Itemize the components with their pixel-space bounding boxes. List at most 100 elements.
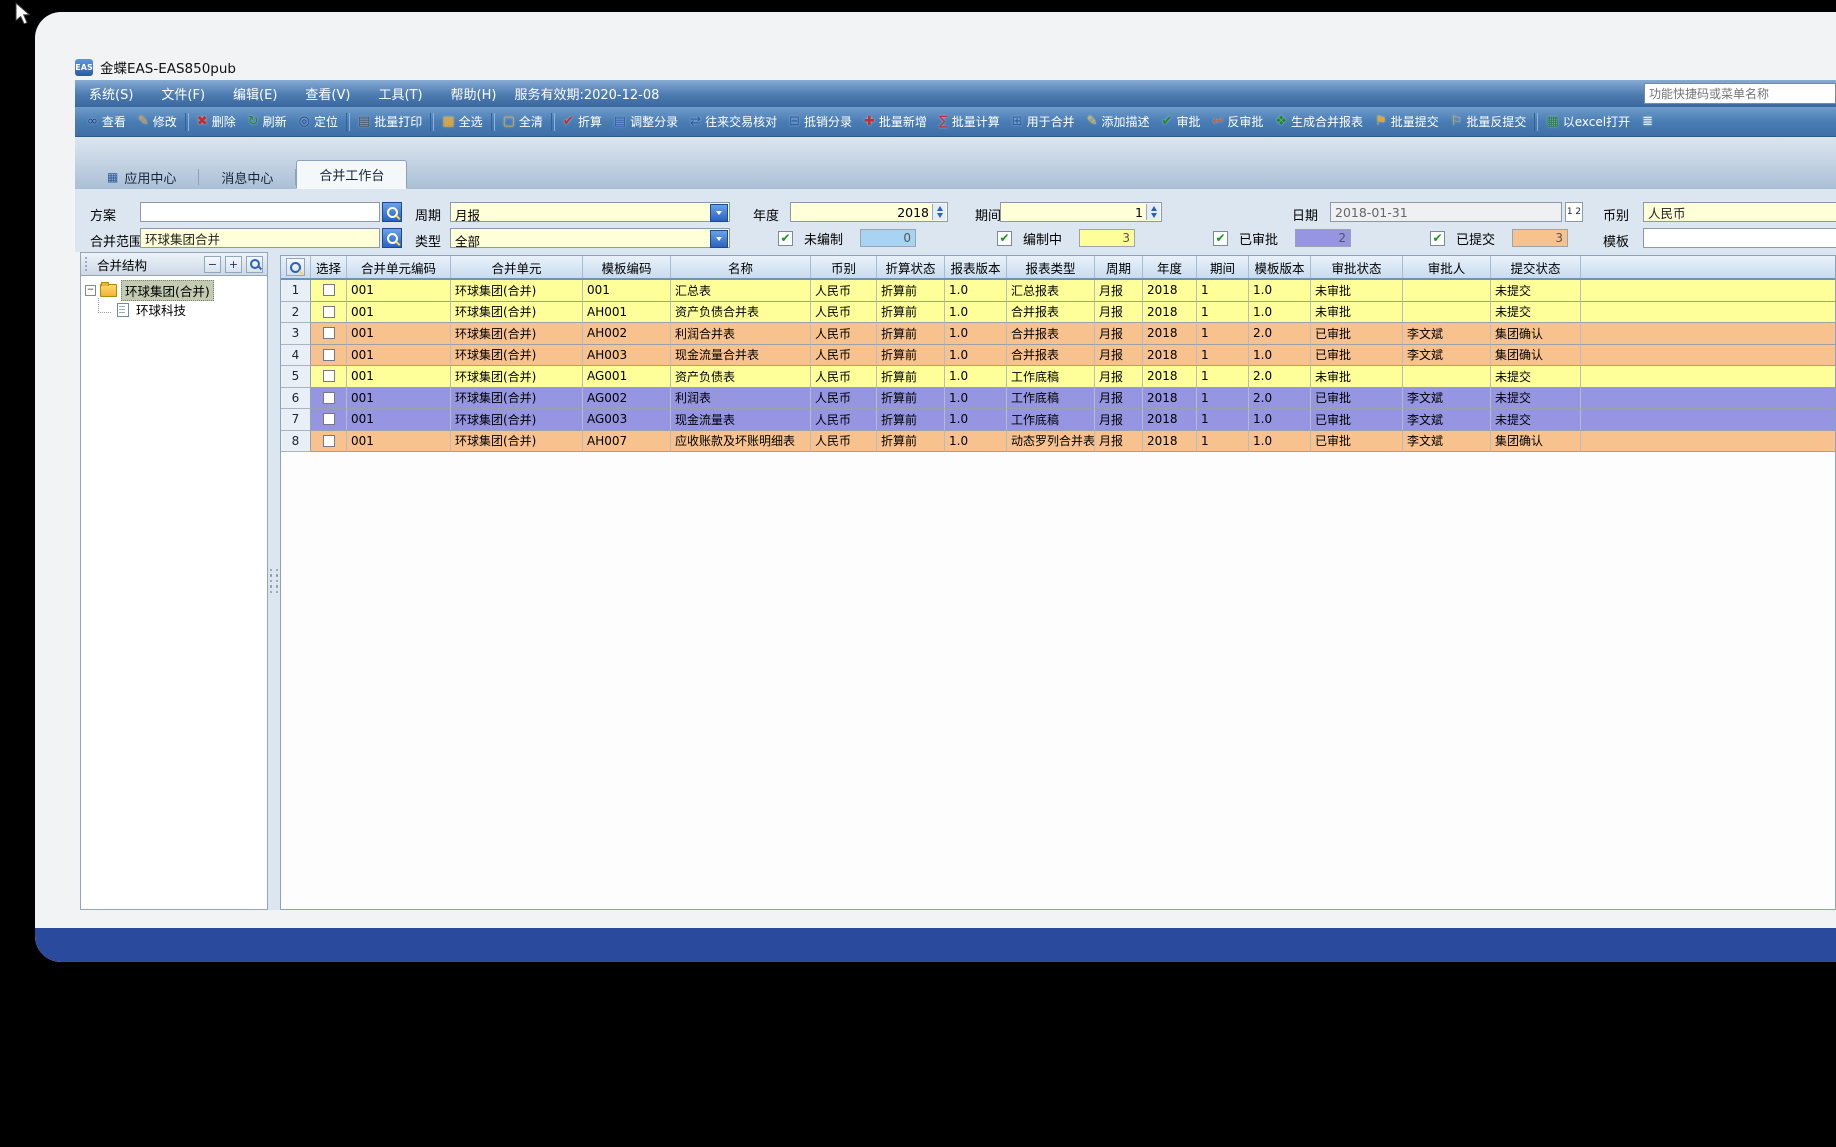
toolbar-button-gen-merge-report[interactable]: ❖生成合并报表 — [1269, 110, 1369, 133]
row-checkbox[interactable] — [323, 413, 335, 425]
spinner-icon[interactable] — [1146, 204, 1160, 220]
table-cell[interactable]: 001 — [347, 388, 451, 410]
toolbar-button-refresh[interactable]: ↻刷新 — [242, 110, 293, 133]
table-cell[interactable]: 折算前 — [877, 366, 945, 388]
table-cell[interactable]: 环球集团(合并) — [451, 366, 583, 388]
table-cell[interactable]: 折算前 — [877, 431, 945, 453]
collapse-icon[interactable]: − — [85, 285, 96, 296]
table-cell[interactable]: AH001 — [583, 302, 671, 324]
table-cell[interactable]: 工作底稿 — [1007, 366, 1095, 388]
table-cell[interactable]: 集团确认 — [1491, 323, 1581, 345]
table-cell[interactable]: 月报 — [1095, 431, 1143, 453]
date-input[interactable] — [1330, 202, 1562, 222]
table-cell[interactable]: 2018 — [1143, 345, 1197, 367]
toolbar-button-more[interactable]: ≣ — [1636, 112, 1659, 131]
menu-item-edit[interactable]: 编辑(E) — [219, 84, 291, 103]
column-header-9[interactable]: 周期 — [1095, 256, 1143, 278]
toolbar-button-offset-entries[interactable]: ⊟抵销分录 — [783, 110, 858, 133]
tree-node-root-label[interactable]: 环球集团(合并) — [121, 280, 214, 301]
row-checkbox[interactable] — [323, 392, 335, 404]
tree-search-button[interactable] — [246, 256, 263, 273]
table-cell[interactable]: 1 — [1197, 431, 1249, 453]
panel-splitter[interactable] — [268, 252, 280, 910]
table-cell[interactable]: 集团确认 — [1491, 431, 1581, 453]
column-header-8[interactable]: 报表类型 — [1007, 256, 1095, 278]
toolbar-button-view[interactable]: ∞查看 — [81, 110, 132, 133]
table-cell[interactable]: 1 — [1197, 345, 1249, 367]
table-cell[interactable]: 环球集团(合并) — [451, 388, 583, 410]
table-cell[interactable]: 1.0 — [1249, 409, 1311, 431]
column-header-3[interactable]: 模板编码 — [583, 256, 671, 278]
menu-item-tools[interactable]: 工具(T) — [364, 84, 436, 103]
table-cell[interactable]: 折算前 — [877, 388, 945, 410]
row-checkbox[interactable] — [323, 284, 335, 296]
row-select-cell[interactable] — [311, 388, 347, 410]
toolbar-button-select-all[interactable]: ▦全选 — [436, 110, 488, 133]
table-cell[interactable]: 月报 — [1095, 409, 1143, 431]
table-cell[interactable]: 2018 — [1143, 388, 1197, 410]
table-cell[interactable]: 1 — [1197, 388, 1249, 410]
table-cell[interactable]: 工作底稿 — [1007, 388, 1095, 410]
table-cell[interactable]: 已审批 — [1311, 409, 1403, 431]
table-cell[interactable]: 利润表 — [671, 388, 811, 410]
type-select[interactable]: 全部 — [450, 228, 730, 248]
table-cell[interactable]: 集团确认 — [1491, 345, 1581, 367]
table-cell[interactable]: 李文斌 — [1403, 345, 1491, 367]
table-cell[interactable]: 未提交 — [1491, 388, 1581, 410]
table-cell[interactable]: 汇总报表 — [1007, 280, 1095, 302]
table-cell[interactable]: 月报 — [1095, 302, 1143, 324]
row-select-cell[interactable] — [311, 366, 347, 388]
table-cell[interactable]: 人民币 — [811, 323, 877, 345]
table-cell[interactable]: 资产负债表 — [671, 366, 811, 388]
table-cell[interactable]: 月报 — [1095, 323, 1143, 345]
status-checkbox-not-prepared[interactable]: ✔ — [778, 231, 793, 246]
status-checkbox-approved[interactable]: ✔ — [1213, 231, 1228, 246]
table-row[interactable]: 8001环球集团(合并)AH007应收账款及坏账明细表人民币折算前1.0动态罗列… — [281, 431, 1835, 453]
toolbar-button-unapprove[interactable]: ↩反审批 — [1206, 110, 1269, 133]
scheme-input[interactable] — [140, 202, 380, 222]
table-cell[interactable]: 已审批 — [1311, 388, 1403, 410]
table-cell[interactable]: 2.0 — [1249, 323, 1311, 345]
table-cell[interactable]: AH002 — [583, 323, 671, 345]
table-cell[interactable]: 2018 — [1143, 280, 1197, 302]
table-cell[interactable]: 人民币 — [811, 388, 877, 410]
table-cell[interactable]: 李文斌 — [1403, 388, 1491, 410]
template-input[interactable] — [1643, 228, 1836, 248]
table-cell[interactable]: 人民币 — [811, 345, 877, 367]
table-cell[interactable]: 人民币 — [811, 280, 877, 302]
spinner-icon[interactable] — [932, 204, 946, 220]
table-cell[interactable]: 人民币 — [811, 409, 877, 431]
table-cell[interactable]: 1.0 — [945, 280, 1007, 302]
table-cell[interactable]: 环球集团(合并) — [451, 323, 583, 345]
table-cell[interactable]: 1 — [1197, 409, 1249, 431]
table-cell[interactable]: 人民币 — [811, 302, 877, 324]
table-cell[interactable]: 未审批 — [1311, 280, 1403, 302]
status-checkbox-preparing[interactable]: ✔ — [997, 231, 1012, 246]
table-cell[interactable] — [1403, 366, 1491, 388]
table-cell[interactable]: 折算前 — [877, 409, 945, 431]
column-header-13[interactable]: 审批状态 — [1311, 256, 1403, 278]
table-cell[interactable]: 001 — [347, 431, 451, 453]
table-cell[interactable]: 合并报表 — [1007, 345, 1095, 367]
grid-search-button[interactable] — [286, 258, 305, 276]
table-cell[interactable]: 李文斌 — [1403, 409, 1491, 431]
toolbar-button-batch-calc[interactable]: ∑批量计算 — [933, 110, 1006, 133]
toolbar-button-modify[interactable]: ✎修改 — [132, 110, 183, 133]
chevron-down-icon[interactable] — [710, 230, 728, 248]
table-cell[interactable]: AG002 — [583, 388, 671, 410]
tab-merge-workbench[interactable]: 合并工作台 — [296, 160, 407, 189]
table-cell[interactable]: 未提交 — [1491, 302, 1581, 324]
tab-app-center[interactable]: ▦应用中心 — [85, 165, 198, 189]
table-cell[interactable]: 001 — [347, 323, 451, 345]
table-cell[interactable]: 人民币 — [811, 366, 877, 388]
column-header-6[interactable]: 折算状态 — [877, 256, 945, 278]
table-row[interactable]: 4001环球集团(合并)AH003现金流量合并表人民币折算前1.0合并报表月报2… — [281, 345, 1835, 367]
table-cell[interactable]: 1.0 — [945, 366, 1007, 388]
table-cell[interactable]: 1 — [1197, 323, 1249, 345]
table-row[interactable]: 3001环球集团(合并)AH002利润合并表人民币折算前1.0合并报表月报201… — [281, 323, 1835, 345]
collapse-all-button[interactable]: − — [204, 256, 221, 273]
table-cell[interactable]: AH003 — [583, 345, 671, 367]
row-select-cell[interactable] — [311, 280, 347, 302]
table-cell[interactable] — [1403, 302, 1491, 324]
table-cell[interactable]: 应收账款及坏账明细表 — [671, 431, 811, 453]
